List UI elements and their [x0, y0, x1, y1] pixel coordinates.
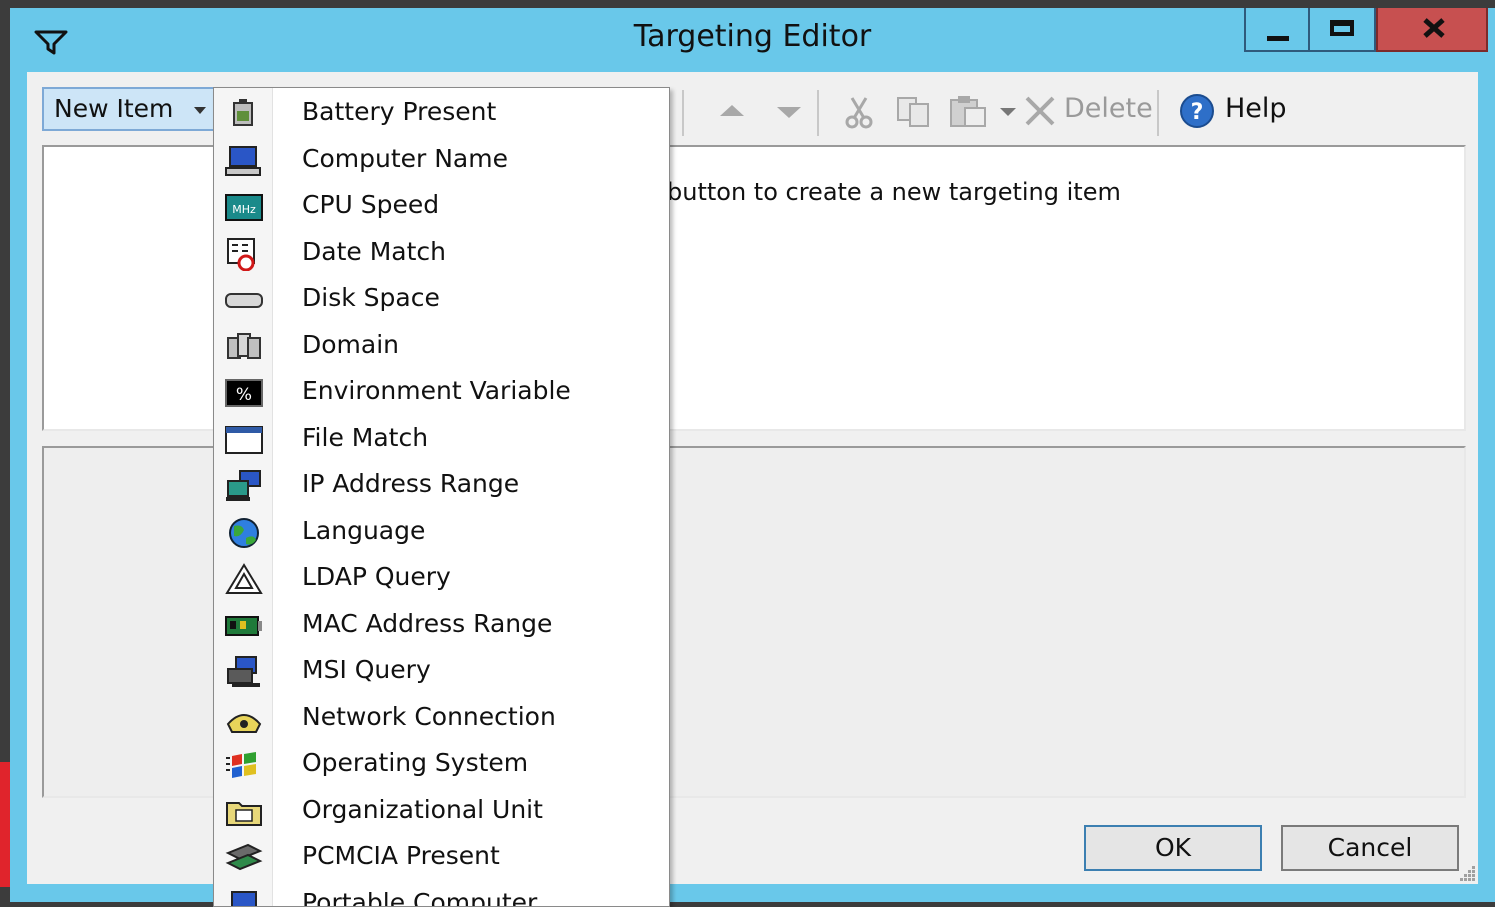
triangle-icon	[225, 563, 263, 594]
globe-icon	[229, 518, 259, 548]
pcmcia-icon	[225, 843, 263, 871]
maximize-button[interactable]	[1310, 8, 1376, 52]
menu-item-environment-variable[interactable]: % Environment Variable	[214, 370, 669, 416]
menu-item-organizational-unit[interactable]: Organizational Unit	[214, 789, 669, 835]
menu-item-pcmcia-present[interactable]: PCMCIA Present	[214, 835, 669, 881]
menu-item-label: LDAP Query	[302, 562, 451, 591]
menu-item-label: MSI Query	[302, 655, 431, 684]
menu-item-computer-name[interactable]: Computer Name	[214, 138, 669, 184]
copy-icon[interactable]	[894, 92, 934, 130]
menu-item-label: Battery Present	[302, 97, 497, 126]
menu-item-portable-computer[interactable]: Portable Computer	[214, 882, 669, 907]
paste-dropdown-icon[interactable]	[997, 92, 1019, 130]
ok-button[interactable]: OK	[1084, 825, 1262, 871]
move-down-icon[interactable]	[774, 92, 804, 130]
msi-icon	[227, 656, 260, 687]
cancel-button[interactable]: Cancel	[1281, 825, 1459, 871]
chevron-down-icon	[194, 107, 206, 114]
menu-item-label: Portable Computer	[302, 888, 538, 907]
menu-item-label: Disk Space	[302, 283, 440, 312]
delete-icon[interactable]	[1022, 92, 1058, 130]
environment-icon: %	[225, 379, 263, 407]
move-up-icon[interactable]	[717, 92, 747, 130]
svg-text:%: %	[236, 385, 252, 405]
empty-state-hint: button to create a new targeting item	[667, 178, 1121, 206]
menu-item-label: PCMCIA Present	[302, 841, 500, 870]
windows-flag-icon	[226, 752, 256, 778]
paste-icon[interactable]	[947, 92, 991, 130]
disk-icon	[225, 293, 263, 308]
menu-item-label: IP Address Range	[302, 469, 520, 498]
menu-item-battery-present[interactable]: Battery Present	[214, 91, 669, 137]
menu-item-label: Domain	[302, 330, 400, 359]
minimize-icon	[1267, 36, 1289, 41]
svg-text:MHz: MHz	[232, 203, 256, 216]
menu-item-label: Network Connection	[302, 702, 556, 731]
menu-item-language[interactable]: Language	[214, 510, 669, 556]
network-card-icon	[225, 616, 262, 636]
menu-item-file-match[interactable]: File Match	[214, 417, 669, 463]
new-item-button[interactable]: New Item	[42, 87, 215, 131]
menu-item-date-match[interactable]: Date Match	[214, 231, 669, 277]
domain-icon	[227, 333, 261, 359]
help-icon[interactable]: ?	[1178, 92, 1216, 130]
menu-item-label: File Match	[302, 423, 429, 452]
calendar-icon	[227, 238, 255, 271]
menu-item-operating-system[interactable]: Operating System	[214, 742, 669, 788]
svg-text:?: ?	[1191, 100, 1204, 125]
menu-item-ldap-query[interactable]: LDAP Query	[214, 556, 669, 602]
file-icon	[225, 426, 263, 454]
menu-item-disk-space[interactable]: Disk Space	[214, 277, 669, 323]
help-button[interactable]: Help	[1225, 93, 1287, 124]
cpu-icon: MHz	[225, 194, 263, 221]
close-button[interactable]	[1376, 8, 1488, 52]
background-window-edge	[0, 762, 10, 887]
toolbar-separator	[1157, 90, 1159, 136]
toolbar-separator	[682, 90, 684, 136]
menu-item-label: CPU Speed	[302, 190, 440, 219]
phone-icon	[226, 714, 262, 733]
minimize-button[interactable]	[1244, 8, 1310, 52]
menu-item-domain[interactable]: Domain	[214, 324, 669, 370]
computer-icon	[225, 146, 261, 176]
new-item-menu: Battery Present Computer Name MHz CPU Sp…	[213, 87, 670, 907]
delete-button[interactable]: Delete	[1064, 93, 1153, 124]
folder-icon	[226, 802, 262, 826]
laptop-icon	[231, 891, 257, 906]
menu-item-label: MAC Address Range	[302, 609, 553, 638]
title-bar[interactable]: Targeting Editor	[10, 8, 1495, 70]
resize-grip-icon[interactable]	[1458, 864, 1476, 882]
network-computers-icon	[226, 470, 261, 501]
filter-icon	[34, 30, 68, 55]
menu-item-label: Organizational Unit	[302, 795, 543, 824]
battery-icon	[233, 99, 253, 126]
new-item-label: New Item	[54, 94, 174, 123]
menu-item-label: Date Match	[302, 237, 446, 266]
menu-item-label: Computer Name	[302, 144, 508, 173]
menu-item-label: Language	[302, 516, 426, 545]
menu-item-msi-query[interactable]: MSI Query	[214, 649, 669, 695]
maximize-icon	[1330, 20, 1354, 36]
menu-item-network-connection[interactable]: Network Connection	[214, 696, 669, 742]
menu-item-ip-address-range[interactable]: IP Address Range	[214, 463, 669, 509]
cut-icon[interactable]	[842, 92, 876, 130]
close-icon	[1423, 18, 1445, 38]
menu-item-mac-address-range[interactable]: MAC Address Range	[214, 603, 669, 649]
toolbar-separator	[817, 90, 819, 136]
menu-item-label: Operating System	[302, 748, 529, 777]
menu-item-cpu-speed[interactable]: MHz CPU Speed	[214, 184, 669, 230]
menu-item-label: Environment Variable	[302, 376, 571, 405]
